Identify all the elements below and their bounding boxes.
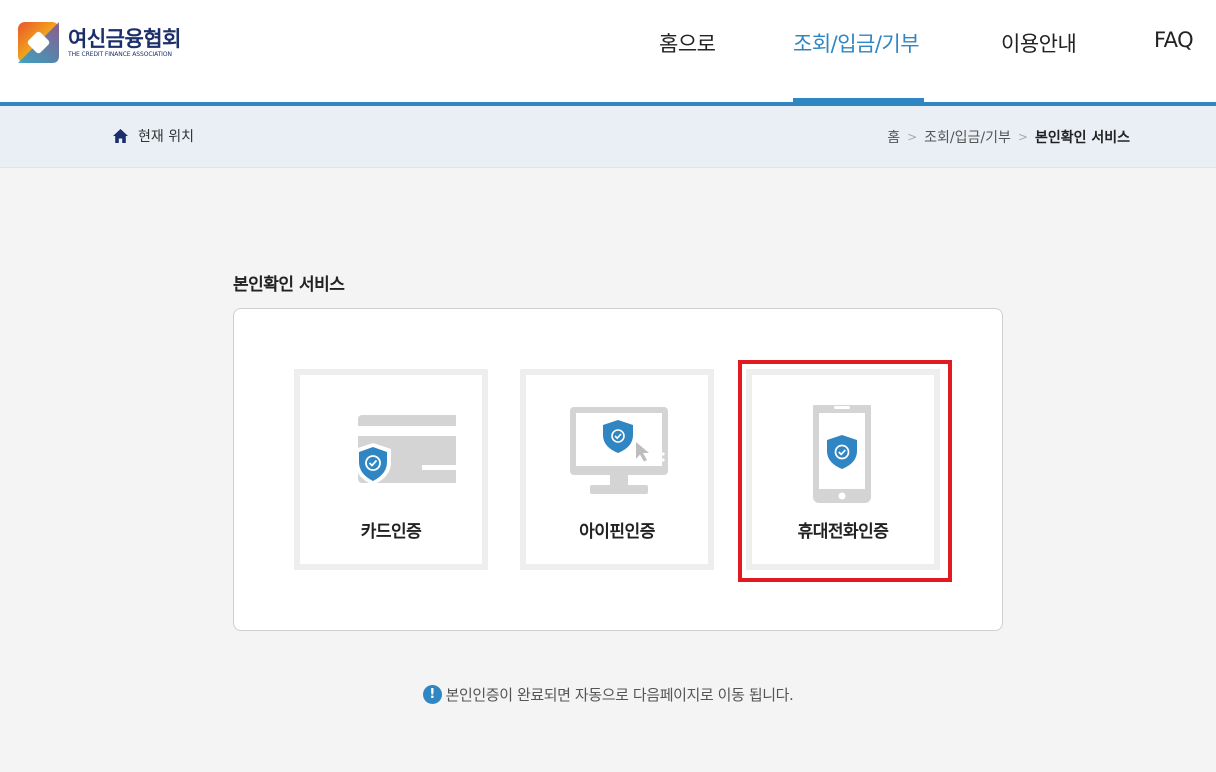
breadcrumb-bar: 현재 위치 홈 > 조회/입금/기부 > 본인확인 서비스 bbox=[0, 106, 1216, 168]
monitor-shield-icon bbox=[570, 407, 668, 494]
breadcrumb-home[interactable]: 홈 bbox=[887, 127, 900, 147]
nav-usage-guide[interactable]: 이용안내 bbox=[1001, 28, 1077, 58]
ipin-auth-option[interactable]: 아이핀인증 bbox=[520, 369, 714, 570]
card-shield-icon bbox=[355, 415, 456, 485]
breadcrumb-separator: > bbox=[907, 130, 918, 144]
card-auth-label: 카드인증 bbox=[360, 522, 422, 542]
breadcrumb-inquiry[interactable]: 조회/입금/기부 bbox=[924, 127, 1011, 147]
current-location: 현재 위치 bbox=[112, 126, 194, 146]
card-auth-option[interactable]: 카드인증 bbox=[294, 369, 488, 570]
current-location-label: 현재 위치 bbox=[138, 129, 194, 145]
info-icon: ! bbox=[422, 685, 442, 704]
nav-faq[interactable]: FAQ bbox=[1154, 28, 1194, 52]
ipin-auth-label: 아이핀인증 bbox=[579, 522, 655, 542]
notice-text: 본인인증이 완료되면 자동으로 다음페이지로 이동 됩니다. bbox=[445, 686, 794, 704]
verification-options-panel: 카드인증 아이핀인증 휴대전화인증 bbox=[233, 308, 1003, 631]
phone-auth-option[interactable]: 휴대전화인증 bbox=[746, 369, 940, 570]
page-title: 본인확인 서비스 bbox=[233, 275, 345, 295]
site-header: 여신금융협회 THE CREDIT FINANCE ASSOCIATION 홈으… bbox=[0, 0, 1216, 104]
breadcrumb-separator: > bbox=[1017, 130, 1028, 144]
auto-redirect-notice: ! 본인인증이 완료되면 자동으로 다음페이지로 이동 됩니다. bbox=[0, 684, 1216, 705]
breadcrumb-current: 본인확인 서비스 bbox=[1034, 130, 1130, 146]
nav-inquiry-deposit-donation[interactable]: 조회/입금/기부 bbox=[793, 28, 920, 58]
breadcrumb: 홈 > 조회/입금/기부 > 본인확인 서비스 bbox=[887, 127, 1130, 147]
main-nav: 홈으로 조회/입금/기부 이용안내 FAQ bbox=[0, 0, 1216, 104]
phone-shield-icon bbox=[813, 405, 871, 503]
home-icon bbox=[113, 129, 128, 143]
phone-auth-label: 휴대전화인증 bbox=[797, 522, 889, 542]
nav-home[interactable]: 홈으로 bbox=[659, 28, 716, 58]
